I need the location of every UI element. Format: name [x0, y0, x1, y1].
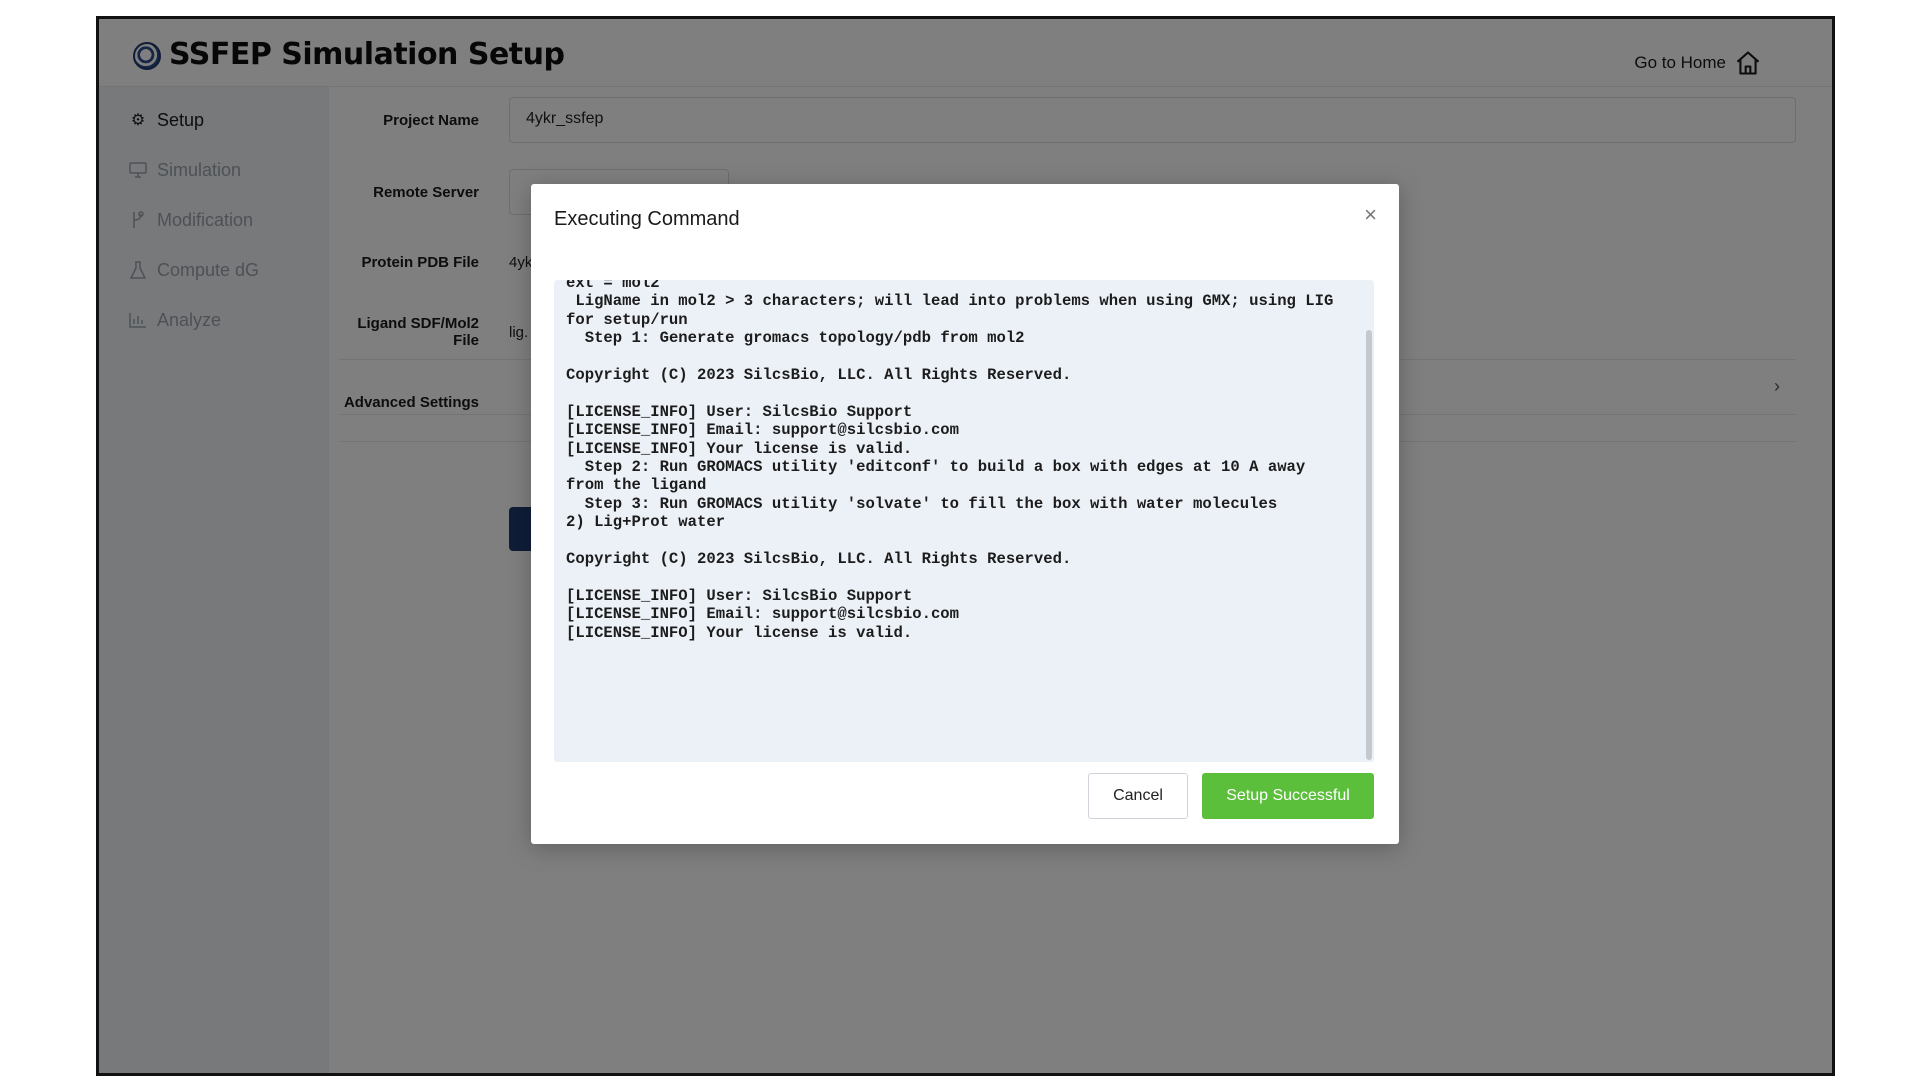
app: SSFEP Simulation Setup Go to Home ⚙ Setu… — [99, 19, 1832, 1073]
app-frame: SSFEP Simulation Setup Go to Home ⚙ Setu… — [96, 16, 1835, 1076]
cancel-button[interactable]: Cancel — [1088, 773, 1188, 819]
scrollbar-thumb[interactable] — [1366, 330, 1372, 760]
modal-title: Executing Command — [554, 208, 740, 230]
scrollbar[interactable] — [1364, 280, 1374, 762]
command-output[interactable]: ext = mol2 LigName in mol2 > 3 character… — [554, 280, 1374, 762]
setup-successful-button[interactable]: Setup Successful — [1202, 773, 1374, 819]
command-output-text: ext = mol2 LigName in mol2 > 3 character… — [566, 280, 1334, 642]
executing-command-modal: Executing Command × ext = mol2 LigName i… — [531, 184, 1399, 844]
close-icon[interactable]: × — [1364, 202, 1377, 228]
